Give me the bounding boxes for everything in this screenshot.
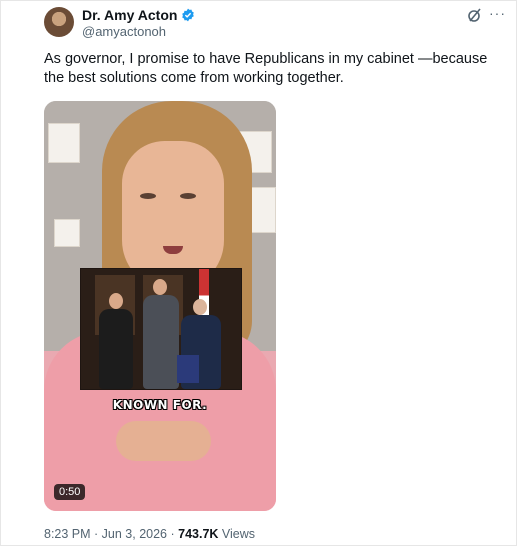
meta-separator: · <box>167 527 179 541</box>
person-figure <box>99 309 133 389</box>
pinned-note <box>48 123 80 163</box>
video-player[interactable]: KNOWN FOR. 0:50 <box>44 101 276 511</box>
person-head <box>109 293 123 309</box>
pinned-note <box>248 187 276 233</box>
author-handle[interactable]: @amyactonoh <box>82 24 166 39</box>
speaker-hands <box>116 421 211 461</box>
more-options-icon[interactable]: ··· <box>489 5 506 21</box>
author-name[interactable]: Dr. Amy Acton <box>82 7 177 23</box>
avatar[interactable] <box>44 7 74 37</box>
person-head <box>193 299 207 315</box>
inset-photo <box>80 268 242 390</box>
person-head <box>153 279 167 295</box>
video-duration: 0:50 <box>54 484 86 500</box>
speaker-eye <box>180 193 196 199</box>
grok-icon[interactable] <box>467 7 483 23</box>
verified-badge-icon <box>181 8 195 22</box>
tweet-text: As governor, I promise to have Republica… <box>44 51 488 86</box>
video-caption: KNOWN FOR. <box>112 398 208 412</box>
pinned-note <box>54 219 80 247</box>
tweet-meta: 8:23 PM · Jun 3, 2026 · 743.7K Views <box>44 527 255 541</box>
document-folder <box>177 355 199 383</box>
tweet-time[interactable]: 8:23 PM <box>44 527 91 541</box>
person-figure <box>143 295 179 389</box>
views-label: Views <box>218 527 256 541</box>
views-count[interactable]: 743.7K <box>178 527 218 541</box>
speaker-eye <box>140 193 156 199</box>
tweet-date[interactable]: Jun 3, 2026 <box>102 527 167 541</box>
author-name-row: Dr. Amy Acton <box>82 7 195 23</box>
meta-separator: · <box>90 527 102 541</box>
